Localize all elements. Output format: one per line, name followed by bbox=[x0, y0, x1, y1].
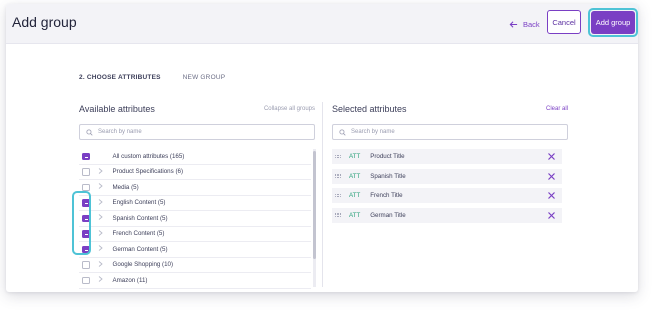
available-attributes-panel: Available attributes Collapse all groups… bbox=[79, 104, 316, 289]
attribute-label: Spanish Content (5) bbox=[112, 214, 168, 222]
step-tabs: 2. CHOOSE ATTRIBUTES NEW GROUP bbox=[79, 74, 225, 81]
arrow-left-icon bbox=[509, 20, 518, 28]
selected-title: Selected attributes bbox=[332, 104, 407, 114]
tab-new-group[interactable]: NEW GROUP bbox=[183, 74, 226, 81]
attribute-label: English Content (5) bbox=[112, 199, 166, 207]
clear-all-link[interactable]: Clear all bbox=[546, 106, 568, 112]
attribute-type-badge: ATT bbox=[349, 153, 361, 160]
selected-attribute-row[interactable]: ATT Spanish Title bbox=[332, 168, 562, 184]
attribute-row[interactable]: Spanish Content (5) bbox=[79, 211, 311, 227]
selected-attribute-label: French Title bbox=[370, 192, 403, 199]
chevron-right-icon[interactable] bbox=[98, 167, 103, 176]
attribute-row[interactable]: All custom attributes (165) bbox=[79, 149, 311, 165]
attribute-label: Product Specifications (6) bbox=[112, 168, 184, 176]
add-group-button[interactable]: Add group bbox=[591, 11, 635, 34]
close-icon[interactable] bbox=[547, 152, 556, 161]
page-title: Add group bbox=[12, 14, 77, 30]
drag-handle-icon[interactable] bbox=[335, 213, 341, 217]
attribute-label: All custom attributes (165) bbox=[112, 152, 185, 160]
chevron-right-icon[interactable] bbox=[98, 183, 103, 191]
attribute-row[interactable]: Product Specifications (6) bbox=[79, 165, 311, 180]
selected-attributes-list: ATT Product Title ATT Spanish Title ATT Frenc… bbox=[332, 149, 562, 227]
selected-attribute-label: Spanish Title bbox=[370, 172, 406, 180]
add-group-panel: Add group Back Cancel Add group 2. CHOOS… bbox=[6, 4, 638, 292]
back-button[interactable]: Back bbox=[509, 16, 540, 32]
selected-attribute-row[interactable]: ATT German Title bbox=[332, 207, 562, 223]
selected-attribute-row[interactable]: ATT French Title bbox=[332, 188, 562, 203]
search-placeholder: Search by name bbox=[351, 129, 395, 135]
attribute-row[interactable]: German Content (5) bbox=[79, 242, 311, 258]
attribute-checkbox[interactable] bbox=[82, 152, 90, 160]
close-icon[interactable] bbox=[547, 172, 556, 181]
attribute-row[interactable]: Media (5) bbox=[79, 180, 311, 196]
collapse-all-link[interactable]: Collapse all groups bbox=[264, 106, 315, 112]
chevron-right-icon[interactable] bbox=[98, 276, 103, 284]
scrollbar-thumb[interactable] bbox=[313, 151, 316, 259]
selected-attributes-panel: Selected attributes Clear all Search by … bbox=[332, 104, 568, 223]
attribute-checkbox[interactable] bbox=[82, 276, 90, 284]
back-label: Back bbox=[523, 19, 540, 29]
selected-attribute-label: Product Title bbox=[370, 153, 405, 160]
attribute-label: German Content (5) bbox=[112, 245, 168, 253]
search-icon bbox=[339, 128, 346, 136]
close-icon[interactable] bbox=[547, 211, 556, 220]
available-search-input[interactable]: Search by name bbox=[79, 124, 315, 140]
checkbox-group-highlight bbox=[72, 191, 91, 255]
chevron-right-icon[interactable] bbox=[98, 245, 103, 253]
attribute-type-badge: ATT bbox=[349, 172, 361, 180]
chevron-right-icon[interactable] bbox=[98, 214, 103, 222]
drag-handle-icon[interactable] bbox=[335, 174, 341, 178]
selected-search-input[interactable]: Search by name bbox=[332, 124, 568, 140]
drag-handle-icon[interactable] bbox=[335, 193, 341, 198]
attribute-label: French Content (5) bbox=[112, 230, 165, 238]
tab-choose-attributes[interactable]: 2. CHOOSE ATTRIBUTES bbox=[79, 74, 161, 81]
attribute-row[interactable]: English Content (5) bbox=[79, 196, 311, 211]
attribute-type-badge: ATT bbox=[349, 211, 361, 219]
attribute-checkbox[interactable] bbox=[82, 183, 90, 191]
attribute-row[interactable]: French Content (5) bbox=[79, 227, 311, 242]
close-icon[interactable] bbox=[547, 191, 556, 200]
search-placeholder: Search by name bbox=[98, 129, 142, 135]
attribute-row[interactable]: Amazon (11) bbox=[79, 273, 311, 289]
attribute-label: Google Shopping (10) bbox=[112, 261, 174, 269]
attribute-checkbox[interactable] bbox=[82, 261, 90, 269]
column-divider bbox=[322, 102, 323, 287]
selected-attribute-label: German Title bbox=[370, 211, 406, 219]
chevron-right-icon[interactable] bbox=[98, 260, 103, 269]
chevron-right-icon[interactable] bbox=[98, 229, 103, 238]
drag-handle-icon[interactable] bbox=[335, 154, 341, 159]
available-attributes-list: All custom attributes (165) Product Speci… bbox=[79, 149, 311, 289]
attribute-label: Media (5) bbox=[112, 183, 139, 191]
header-bar: Add group Back Cancel Add group bbox=[6, 4, 638, 44]
search-icon bbox=[86, 128, 93, 136]
cancel-button[interactable]: Cancel bbox=[547, 10, 581, 34]
selected-attribute-row[interactable]: ATT Product Title bbox=[332, 149, 562, 164]
attribute-type-badge: ATT bbox=[349, 192, 361, 199]
attribute-row[interactable]: Google Shopping (10) bbox=[79, 258, 311, 273]
chevron-right-icon[interactable] bbox=[98, 198, 103, 207]
attribute-checkbox[interactable] bbox=[82, 168, 90, 176]
attribute-label: Amazon (11) bbox=[112, 276, 148, 284]
